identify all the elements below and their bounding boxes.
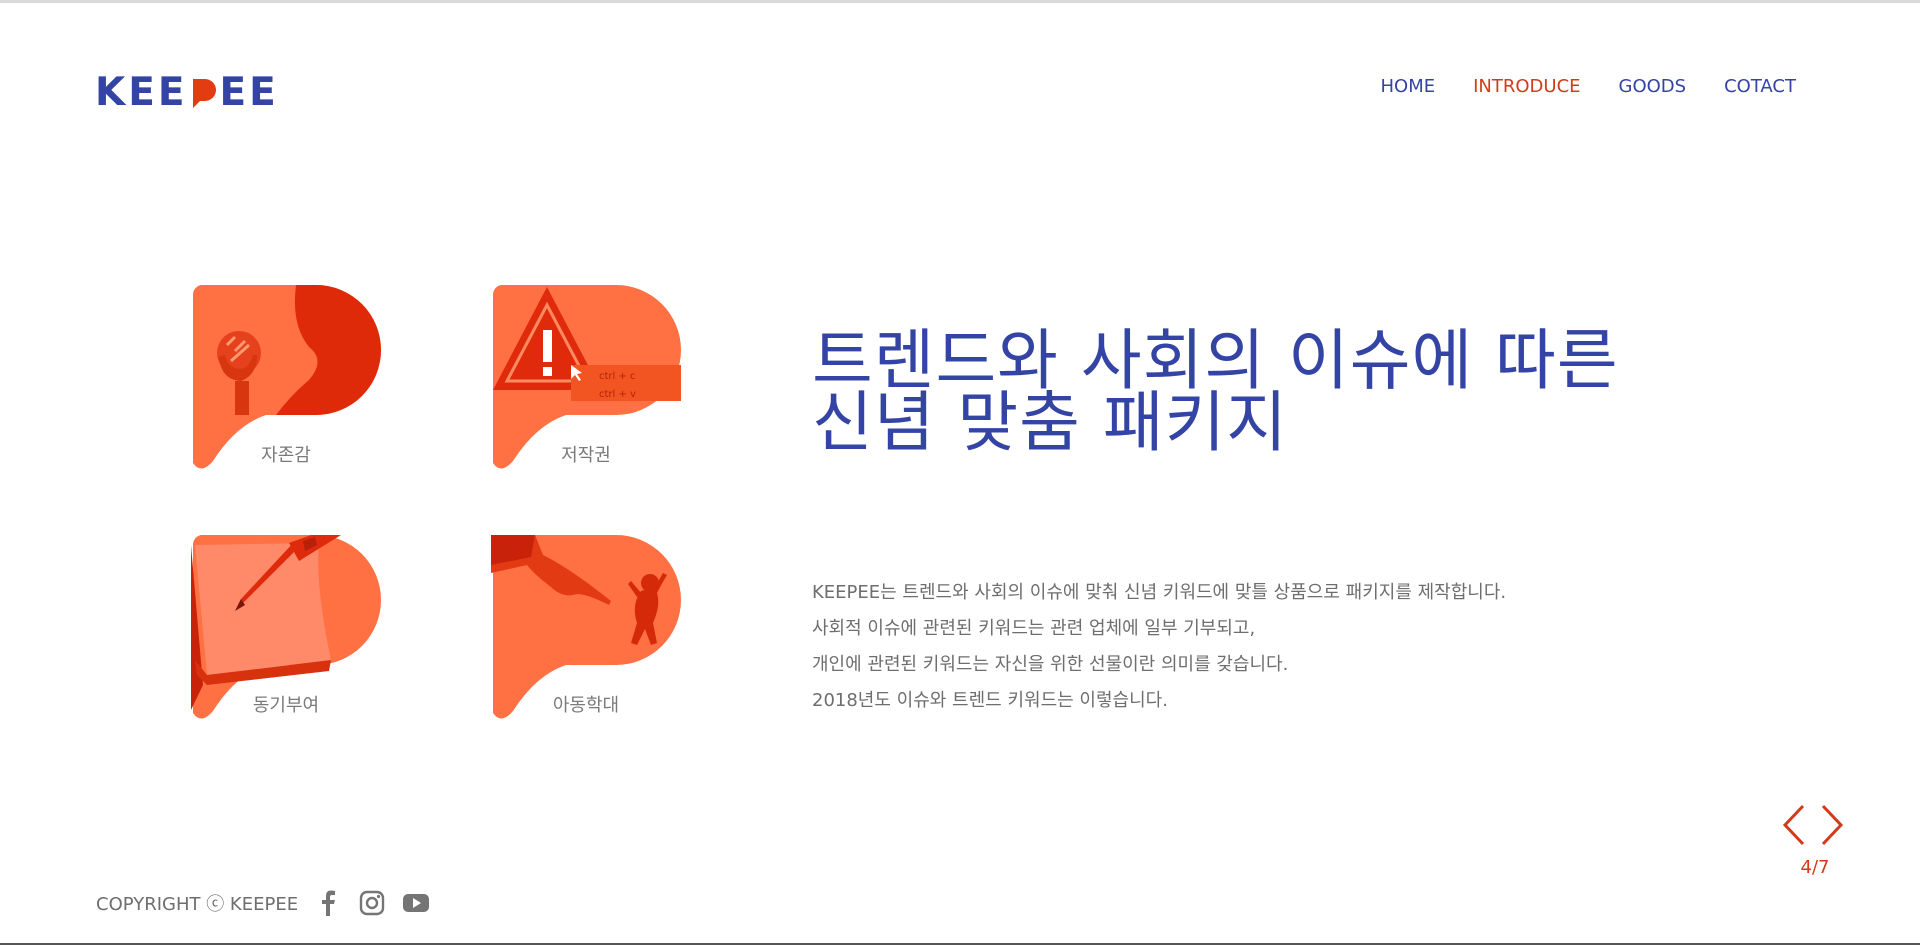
top-border (0, 0, 1920, 3)
description-line: KEEPEE는 트렌드와 사회의 이슈에 맞춰 신념 키워드에 맞틀 상품으로 … (812, 582, 1507, 603)
facebook-icon[interactable] (314, 889, 342, 917)
headline-line-2: 신념 맞춤 패키지 (812, 384, 1288, 461)
keyword-card-child-abuse[interactable]: 아동학대 (491, 535, 681, 735)
description-line: 사회적 이슈에 관련된 키워드는 관련 업체에 일부 기부되고, (812, 618, 1256, 639)
keyword-card-self-esteem[interactable]: 자존감 (191, 285, 381, 485)
logo-text-left: KEE (95, 69, 188, 115)
description-line: 2018년도 이슈와 트렌드 키워드는 이렇습니다. (812, 690, 1168, 711)
page-headline: 트렌드와 사회의 이슈에 따른 신념 맞춤 패키지 (812, 322, 1672, 461)
card-label: 저작권 (561, 445, 611, 466)
main-nav: HOME INTRODUCE GOODS COTACT (1380, 76, 1796, 97)
nav-home[interactable]: HOME (1380, 76, 1435, 97)
keyword-card-motivation[interactable]: 동기부여 (191, 535, 381, 735)
card-label: 아동학대 (552, 695, 620, 716)
nav-introduce[interactable]: INTRODUCE (1473, 76, 1580, 97)
youtube-icon[interactable] (402, 889, 430, 917)
logo-p-mark-icon (191, 75, 217, 109)
slider-controls (1778, 802, 1848, 848)
logo-text-right: EE (219, 69, 279, 115)
keyword-card-copyright[interactable]: ctrl + c ctrl + v 저작권 (491, 285, 681, 485)
copyright-text: COPYRIGHT ⓒ KEEPEE (96, 894, 299, 915)
ctrl-c-text: ctrl + c (599, 371, 636, 382)
site-logo[interactable]: KEE EE (95, 70, 279, 115)
slide-counter: 4/7 (1800, 857, 1830, 878)
instagram-icon[interactable] (358, 889, 386, 917)
nav-goods[interactable]: GOODS (1619, 76, 1687, 97)
next-slide-button[interactable] (1816, 802, 1848, 848)
ctrl-v-text: ctrl + v (599, 389, 636, 400)
social-links (314, 889, 430, 917)
card-label: 동기부여 (252, 695, 320, 716)
description-block: KEEPEE는 트렌드와 사회의 이슈에 맞춰 신념 키워드에 맞틀 상품으로 … (812, 575, 1672, 719)
headline-line-1: 트렌드와 사회의 이슈에 따른 (812, 322, 1619, 399)
nav-contact[interactable]: COTACT (1724, 76, 1796, 97)
card-label: 자존감 (261, 445, 311, 466)
chevron-left-icon (1782, 804, 1805, 846)
chevron-right-icon (1821, 804, 1844, 846)
prev-slide-button[interactable] (1778, 802, 1810, 848)
description-line: 개인에 관련된 키워드는 자신을 위한 선물이란 의미를 갖습니다. (812, 654, 1289, 675)
